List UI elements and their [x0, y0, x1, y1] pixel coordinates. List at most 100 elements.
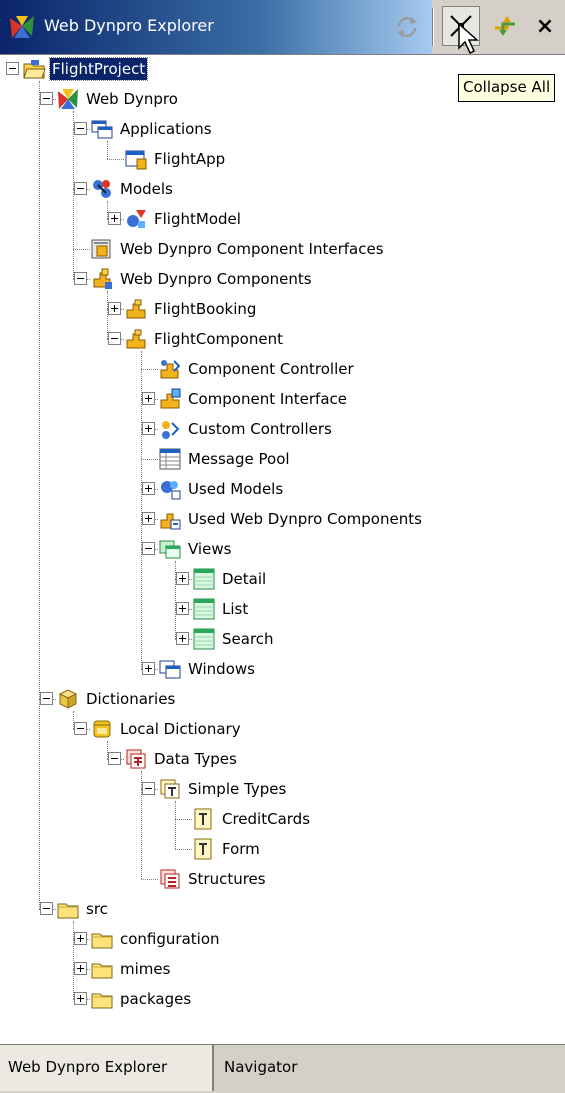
- tree-item[interactable]: Web Dynpro Components: [0, 264, 560, 294]
- tree-guide-line: [175, 801, 176, 849]
- simple-type-icon: [194, 838, 212, 860]
- tree-item-label: Detail: [222, 570, 267, 588]
- tree-item[interactable]: CreditCards: [0, 804, 560, 834]
- tree-item[interactable]: src: [0, 894, 560, 924]
- tab-web-dynpro-explorer[interactable]: Web Dynpro Explorer: [0, 1045, 214, 1091]
- tree-item[interactable]: Used Models: [0, 474, 560, 504]
- tree-item-label: List: [222, 600, 249, 618]
- tree-item[interactable]: Windows: [0, 654, 560, 684]
- expand-toggle[interactable]: [142, 662, 155, 675]
- tree-item[interactable]: Custom Controllers: [0, 414, 560, 444]
- component-controller-icon: [160, 360, 181, 379]
- component-interface-icon: [160, 388, 181, 409]
- collapse-toggle[interactable]: [74, 722, 87, 735]
- tree-item[interactable]: FlightComponent: [0, 324, 560, 354]
- tree-item[interactable]: Local Dictionary: [0, 714, 560, 744]
- view-title: Web Dynpro Explorer: [44, 16, 214, 35]
- tree-item-label: Web Dynpro Components: [120, 270, 312, 288]
- tree-item-label: mimes: [120, 960, 171, 978]
- link-with-editor-button[interactable]: [486, 6, 524, 46]
- tree-item-label: Views: [188, 540, 232, 558]
- expand-toggle[interactable]: [176, 572, 189, 585]
- tree-item-label: Web Dynpro Component Interfaces: [120, 240, 384, 258]
- collapse-toggle[interactable]: [142, 542, 155, 555]
- sync-button[interactable]: [392, 10, 422, 44]
- components-icon: [93, 268, 112, 289]
- tree-item[interactable]: Used Web Dynpro Components: [0, 504, 560, 534]
- expand-toggle[interactable]: [142, 392, 155, 405]
- link-with-editor-icon: [495, 16, 515, 36]
- applications-icon: [91, 120, 113, 139]
- expand-toggle[interactable]: [74, 962, 87, 975]
- tree-item[interactable]: Data Types: [0, 744, 560, 774]
- collapse-toggle[interactable]: [142, 782, 155, 795]
- view-icon: [193, 568, 215, 590]
- tree-connector: [141, 879, 158, 880]
- tree-item-label: FlightApp: [154, 150, 226, 168]
- close-view-button[interactable]: ×: [530, 6, 560, 46]
- tree-item[interactable]: Component Controller: [0, 354, 560, 384]
- sync-icon: [397, 17, 417, 37]
- tree-item[interactable]: FlightApp: [0, 144, 560, 174]
- tree-item[interactable]: FlightModel: [0, 204, 560, 234]
- tree-connector: [175, 819, 192, 820]
- tree-item[interactable]: Simple Types: [0, 774, 560, 804]
- tree-item[interactable]: Form: [0, 834, 560, 864]
- tree-item[interactable]: Web Dynpro Component Interfaces: [0, 234, 560, 264]
- component-interfaces-icon: [91, 239, 111, 259]
- simple-type-icon: [194, 808, 212, 830]
- tree-item[interactable]: Structures: [0, 864, 560, 894]
- tab-navigator[interactable]: Navigator: [220, 1045, 334, 1091]
- local-dictionary-icon: [93, 720, 111, 738]
- expand-toggle[interactable]: [142, 482, 155, 495]
- expand-toggle[interactable]: [142, 422, 155, 435]
- tree-item-label: Windows: [188, 660, 255, 678]
- tree-item-label: Used Models: [188, 480, 284, 498]
- tree-item[interactable]: Message Pool: [0, 444, 560, 474]
- expand-toggle[interactable]: [176, 602, 189, 615]
- tree-item[interactable]: mimes: [0, 954, 560, 984]
- tree-item[interactable]: Search: [0, 624, 560, 654]
- expand-toggle[interactable]: [74, 992, 87, 1005]
- expand-toggle[interactable]: [108, 302, 121, 315]
- tree-item[interactable]: Applications: [0, 114, 560, 144]
- tree-item[interactable]: Dictionaries: [0, 684, 560, 714]
- tree-item-label: Component Controller: [188, 360, 354, 378]
- tree-item-label: Search: [222, 630, 274, 648]
- collapse-toggle[interactable]: [40, 92, 53, 105]
- project-tree[interactable]: FlightProject Web Dynpro Applications Fligh…: [0, 54, 565, 1044]
- tree-item[interactable]: configuration: [0, 924, 560, 954]
- collapse-toggle[interactable]: [74, 182, 87, 195]
- expand-toggle[interactable]: [108, 212, 121, 225]
- tree-item-label: Custom Controllers: [188, 420, 332, 438]
- view-tabs: Web Dynpro Explorer Navigator: [0, 1044, 565, 1093]
- tree-item-label: Applications: [120, 120, 212, 138]
- tree-guide-line: [107, 291, 108, 339]
- collapse-toggle[interactable]: [6, 62, 19, 75]
- tree-item-label: configuration: [120, 930, 220, 948]
- collapse-toggle[interactable]: [40, 692, 53, 705]
- tree-item[interactable]: Models: [0, 174, 560, 204]
- toolbar-separator: [432, 8, 434, 46]
- collapse-toggle[interactable]: [108, 332, 121, 345]
- expand-toggle[interactable]: [176, 632, 189, 645]
- folder-icon: [91, 933, 113, 949]
- tree-item-label: Component Interface: [188, 390, 348, 408]
- tree-item-label: src: [86, 900, 108, 918]
- tree-item[interactable]: FlightBooking: [0, 294, 560, 324]
- expand-toggle[interactable]: [74, 932, 87, 945]
- tree-item[interactable]: Component Interface: [0, 384, 560, 414]
- expand-toggle[interactable]: [142, 512, 155, 525]
- collapse-toggle[interactable]: [40, 902, 53, 915]
- tree-item[interactable]: Views: [0, 534, 560, 564]
- tree-item[interactable]: Detail: [0, 564, 560, 594]
- collapse-toggle[interactable]: [74, 272, 87, 285]
- tree-item[interactable]: packages: [0, 984, 560, 1014]
- web-dynpro-icon: [58, 89, 78, 109]
- tree-item[interactable]: List: [0, 594, 560, 624]
- tree-guide-line: [141, 771, 142, 879]
- data-types-icon: [126, 749, 146, 769]
- collapse-toggle[interactable]: [108, 752, 121, 765]
- tree-guide-line: [175, 561, 176, 639]
- collapse-toggle[interactable]: [74, 122, 87, 135]
